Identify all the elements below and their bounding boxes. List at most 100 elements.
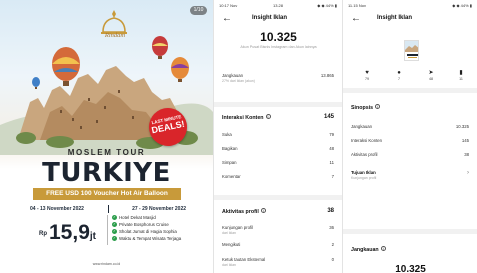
section-divider	[343, 88, 477, 93]
back-arrow-icon[interactable]: ←	[222, 13, 232, 25]
interaction-label: Suka	[222, 132, 232, 137]
saves-stat: ▮ 11	[451, 70, 471, 81]
reach-value: 13.865	[320, 73, 334, 78]
voucher-banner: FREE USD 100 Voucher Hot Air Balloon	[33, 188, 181, 200]
feature-item: ✓ Sholat Jumat di Hagia Sophia	[112, 229, 177, 234]
synopsis-row: Jangkauan 10.325	[351, 124, 469, 129]
synopsis-row-value: 145	[461, 138, 469, 143]
synopsis-row-value: 38	[464, 152, 469, 157]
synopsis-row-value: 10.325	[455, 124, 469, 129]
departure-dates: 04 - 13 November 2022 27 - 29 November 2…	[30, 203, 186, 214]
activity-value: 2	[331, 242, 334, 247]
tour-price: Rp15,9jt	[39, 221, 96, 245]
insight-detail-screen: 11.15 Nov ◆ ◆ 44% ▮ ← Insight Iklan ♥ 79…	[342, 0, 477, 273]
interaction-label: Bagikan	[222, 146, 238, 151]
back-arrow-icon[interactable]: ←	[351, 13, 361, 25]
activity-value: 36	[329, 225, 334, 230]
status-clock: 13.28	[272, 3, 284, 8]
interaction-row: Komentar 7	[222, 174, 334, 179]
insight-screen: 10:17 Nov 13.28 ◆ ◆ 44% ▮ ← Insight Ikla…	[213, 0, 342, 273]
activity-label: Ketuk tautan Eksternal	[222, 257, 266, 262]
poster-footer: www.rindam.co.id	[92, 262, 121, 266]
activity-sub: dari iklan	[222, 231, 237, 235]
content-interaction-value: 145	[323, 114, 334, 120]
status-icons: ◆ ◆ 44% ▮	[317, 3, 337, 8]
activity-value: 0	[331, 257, 334, 262]
profile-activity-title[interactable]: Aktivitas profil i	[222, 208, 266, 215]
poster-title: TURKIYE	[42, 158, 171, 188]
header-bar: ← Insight Iklan	[343, 13, 477, 27]
page-title: Insight Iklan	[377, 15, 413, 21]
carousel-counter: 1/10	[190, 6, 207, 15]
hot-air-balloon-left	[52, 47, 80, 86]
feature-label: Sholat Jumat di Hagia Sophia	[119, 229, 177, 234]
activity-label: Mengikuti	[222, 242, 241, 247]
info-icon[interactable]: i	[380, 246, 386, 251]
info-icon[interactable]: i	[265, 114, 271, 119]
synopsis-row-label: Interaksi Konten	[351, 138, 383, 143]
heart-icon: ♥	[365, 70, 369, 76]
status-bar: 10:17 Nov 13.28 ◆ ◆ 44% ▮	[219, 3, 337, 9]
info-icon[interactable]: i	[375, 104, 381, 109]
date-separator	[107, 204, 109, 213]
reach-label: Jangkauan	[351, 247, 379, 253]
price-unit: jt	[89, 231, 96, 242]
feature-item: ✓ Hotel Dekat Masjid	[112, 215, 156, 220]
check-icon: ✓	[112, 215, 117, 220]
brand-name: Rindam	[104, 32, 126, 39]
synopsis-title[interactable]: Sinopsis i	[351, 104, 381, 111]
feature-label: Waktu & Tempat Wisata Terjaga	[119, 236, 182, 241]
section-divider	[214, 102, 342, 107]
stat-value: 7	[398, 77, 400, 81]
profile-activity-label: Aktivitas profil	[222, 209, 259, 215]
content-interaction-title[interactable]: Interaksi Konten i	[222, 114, 271, 121]
interaction-row: Bagikan 48	[222, 146, 334, 151]
likes-stat: ♥ 79	[357, 70, 377, 81]
section-divider	[343, 229, 477, 234]
interaction-value: 48	[329, 146, 334, 151]
feature-label: Hotel Dekat Masjid	[119, 215, 156, 220]
section-divider	[214, 195, 342, 200]
ad-goal-sub: Kunjungan profil	[351, 176, 377, 180]
synopsis-row-label: Jangkauan	[351, 124, 373, 129]
content-interaction-label: Interaksi Konten	[222, 115, 264, 121]
info-icon[interactable]: i	[260, 208, 266, 213]
ad-goal-label: Tujuan Iklan	[351, 170, 376, 175]
reach-note: Akun Pusat Bisnis Instagram dan Akun lai…	[240, 45, 317, 49]
activity-row: Ketuk tautan Eksternal 0	[222, 257, 334, 262]
price-value: 15,9	[49, 221, 90, 244]
departure-date-2: 27 - 29 November 2022	[132, 205, 186, 212]
synopsis-row: Aktivitas profil 38	[351, 152, 469, 157]
synopsis-row: Interaksi Konten 145	[351, 138, 469, 143]
post-thumbnail-image	[405, 41, 418, 60]
reach-sub: 27% dari iklan (akun)	[222, 79, 255, 83]
activity-label: Kunjungan profil	[222, 225, 254, 230]
status-icons: ◆ ◆ 44% ▮	[452, 3, 472, 8]
total-reach-number: 10.325	[260, 30, 297, 44]
post-thumbnail[interactable]	[404, 40, 419, 61]
ad-goal-row[interactable]: Tujuan Iklan ›	[351, 170, 469, 176]
stat-value: 11	[459, 77, 463, 81]
comments-stat: ● 7	[389, 70, 409, 81]
stat-value: 48	[429, 77, 433, 81]
interaction-label: Simpan	[222, 160, 237, 165]
poster-subtitle: MOSLEM TOUR	[67, 148, 146, 157]
bookmark-icon: ▮	[459, 70, 463, 76]
activity-row: Kunjungan profil 36	[222, 225, 334, 230]
synopsis-label: Sinopsis	[351, 105, 374, 111]
departure-date-1: 04 - 13 November 2022	[30, 205, 84, 212]
check-icon: ✓	[112, 236, 117, 241]
interaction-row: Simpan 11	[222, 160, 334, 165]
chevron-right-icon[interactable]: ›	[467, 170, 469, 176]
tour-poster-image[interactable]: 1/10 Rindam LAST MINUTE DEALS! MOSLEM TO…	[0, 0, 213, 273]
interaction-label: Komentar	[222, 174, 241, 179]
interaction-value: 11	[329, 160, 334, 165]
reach-row: Jangkauan 13.865	[222, 73, 334, 78]
rindam-logo-icon	[101, 10, 127, 34]
synopsis-row-label: Aktivitas profil	[351, 152, 378, 157]
profile-activity-value: 38	[327, 208, 334, 214]
activity-sub: dari iklan	[222, 263, 237, 267]
status-time: 11.15 Nov	[348, 3, 366, 8]
price-divider	[107, 215, 108, 245]
reach-title[interactable]: Jangkauan i	[351, 246, 386, 253]
